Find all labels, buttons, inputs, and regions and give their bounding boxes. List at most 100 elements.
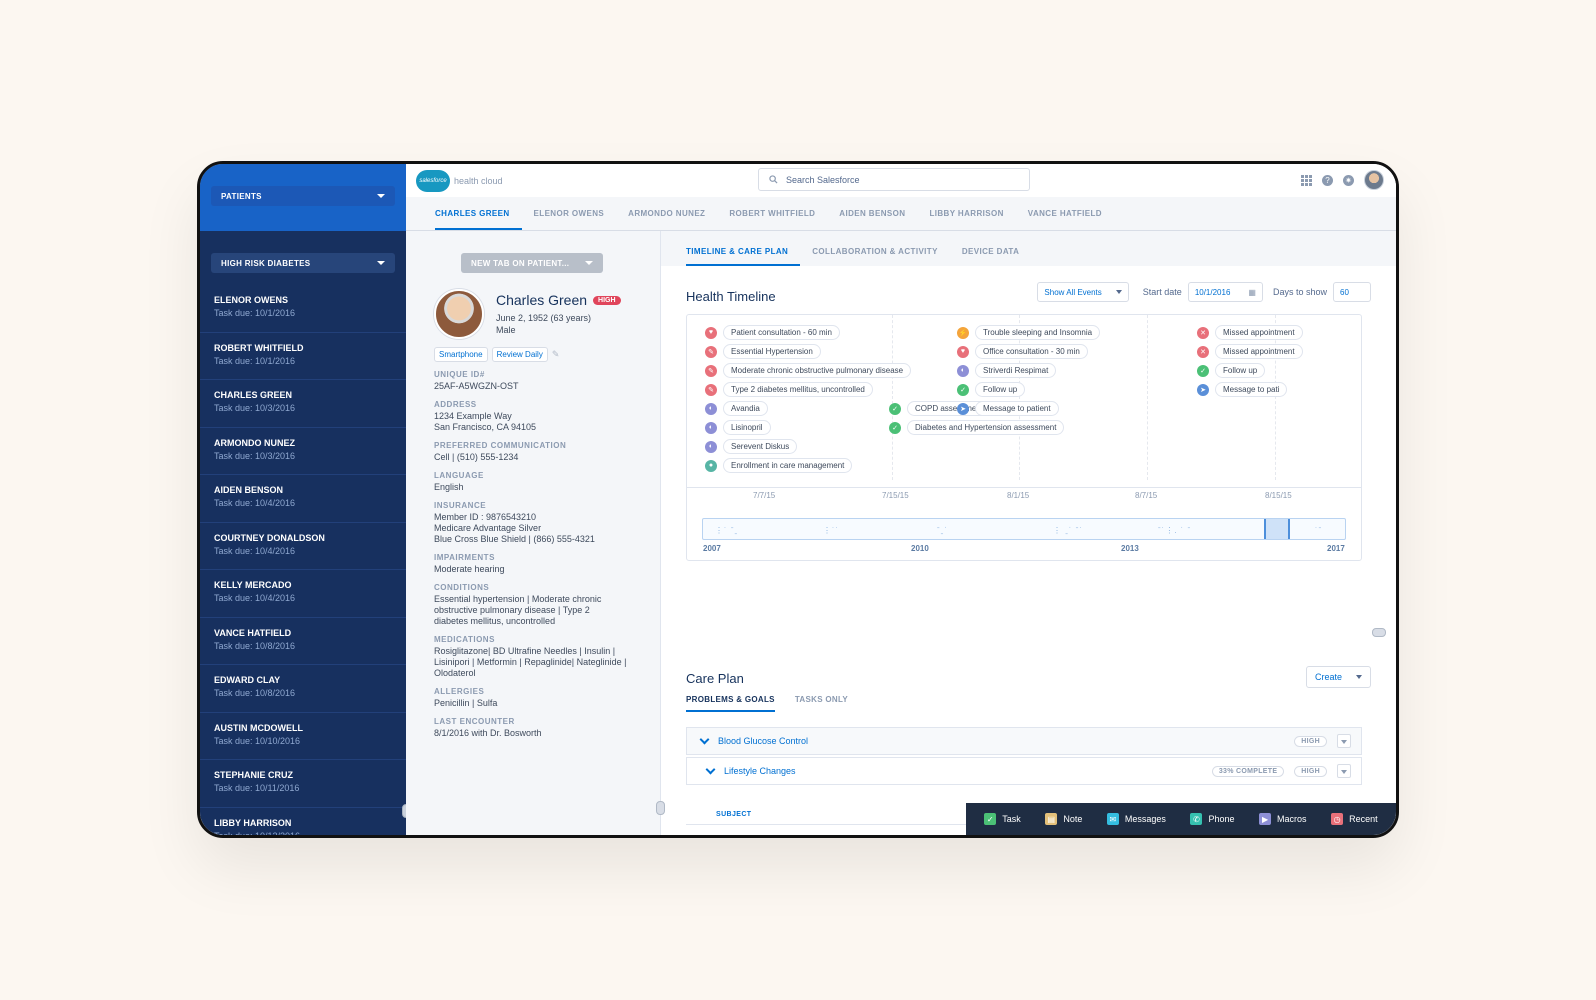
patient-list-item[interactable]: ELENOR OWENS Task due: 10/1/2016 <box>200 285 406 333</box>
tab-record-section[interactable]: DEVICE DATA <box>950 247 1031 266</box>
utility-task-button[interactable]: ✓ Task <box>984 813 1021 825</box>
timeline-event[interactable]: ✎ Essential Hypertension <box>705 344 821 359</box>
bolt-icon: ⚡ <box>957 326 969 339</box>
utility-phone-button[interactable]: ✆ Phone <box>1190 813 1235 825</box>
patient-list-item[interactable]: ROBERT WHITFIELD Task due: 10/1/2016 <box>200 333 406 380</box>
utility-messages-button[interactable]: ✉ Messages <box>1106 813 1166 825</box>
timeline-event[interactable]: ✎ Type 2 diabetes mellitus, uncontrolled <box>705 382 873 397</box>
patient-list-item[interactable]: STEPHANIE CRUZ Task due: 10/11/2016 <box>200 760 406 808</box>
problem-row[interactable]: Blood Glucose Control HIGH <box>686 727 1362 755</box>
event-filter-select[interactable]: Show All Events <box>1037 282 1129 302</box>
patients-dropdown[interactable]: PATIENTS <box>211 186 395 206</box>
minimap-marks: ⋮˙˙ <box>823 526 840 535</box>
user-avatar[interactable] <box>1364 170 1384 190</box>
timeline-event-label: Essential Hypertension <box>723 344 821 359</box>
timeline-event[interactable]: ✎ Moderate chronic obstructive pulmonary … <box>705 363 912 378</box>
patient-list-item[interactable]: LIBBY HARRISON Task due: 10/12/2016 <box>200 808 406 836</box>
patient-list-item[interactable]: KELLY MERCADO Task due: 10/4/2016 <box>200 570 406 618</box>
patient-list-item[interactable]: VANCE HATFIELD Task due: 10/8/2016 <box>200 618 406 665</box>
pen-icon: ✎ <box>705 364 717 377</box>
timeline-range-handle[interactable] <box>1264 519 1290 539</box>
timeline-event-label: Follow up <box>1215 363 1266 378</box>
tab-tasks-only[interactable]: TASKS ONLY <box>795 695 848 712</box>
timeline-event-label: Lisinopril <box>723 420 771 435</box>
timeline-event[interactable]: ◐ Serevent Diskus <box>705 439 798 454</box>
tab-patient[interactable]: ROBERT WHITFIELD <box>717 209 827 230</box>
timeline-event[interactable]: ◐ Avandia <box>705 401 768 416</box>
new-tab-dropdown[interactable]: NEW TAB ON PATIENT... <box>461 253 603 273</box>
timeline-range-slider[interactable]: ⋮˙ ˉˍ ⋮˙˙ ˉˍ˙ ⋮ ˍ˙ ˉ˙ ˉ˙⋮. ˙ ˉ ˙ˉ <box>702 518 1346 540</box>
gear-icon[interactable]: ✷ <box>1343 174 1354 186</box>
timeline-event[interactable]: ● Enrollment in care management <box>705 458 853 473</box>
timeline-event-label: Message to patient <box>975 401 1059 416</box>
timeline-event[interactable]: ⚡ Trouble sleeping and Insomnia <box>957 325 1101 340</box>
tab-patient[interactable]: AIDEN BENSON <box>827 209 917 230</box>
problem-label: Blood Glucose Control <box>718 736 809 746</box>
timeline-event[interactable]: ➤ Message to pati <box>1197 382 1288 397</box>
timeline-event[interactable]: ✓ Diabetes and Hypertension assessment <box>889 420 1065 435</box>
goal-row[interactable]: Lifestyle Changes 33% COMPLETE HIGH <box>686 757 1362 785</box>
calendar-icon[interactable]: ▦ <box>1248 288 1256 297</box>
minimap-marks: ˙ˉ <box>1315 526 1323 535</box>
timeline-event[interactable]: ✕ Missed appointment <box>1197 344 1303 359</box>
timeline-event[interactable]: ✓ Follow up <box>957 382 1026 397</box>
help-icon[interactable]: ? <box>1322 174 1333 186</box>
timeline-event[interactable]: ◐ Striverdi Respimat <box>957 363 1057 378</box>
tab-problems-goals[interactable]: PROBLEMS & GOALS <box>686 695 775 712</box>
chip-review-daily[interactable]: Review Daily <box>491 347 548 362</box>
minimap-marks: ⋮˙ ˉˍ <box>715 526 739 535</box>
app-launcher-icon[interactable] <box>1301 174 1312 186</box>
pane-resize-handle[interactable] <box>1372 628 1386 637</box>
create-button[interactable]: Create <box>1305 666 1371 688</box>
tab-patient[interactable]: ELENOR OWENS <box>522 209 617 230</box>
tab-patient[interactable]: LIBBY HARRISON <box>917 209 1015 230</box>
patient-detail-panel: NEW TAB ON PATIENT... Charles Green HIGH… <box>406 231 665 835</box>
start-date-input[interactable]: 10/1/2016 ▦ <box>1187 282 1263 302</box>
utility-label: Phone <box>1208 814 1235 824</box>
field-value: Member ID : 9876543210 Medicare Advantag… <box>434 512 595 544</box>
pill-icon: ◐ <box>705 402 717 415</box>
main-area: salesforce health cloud Search Salesforc… <box>406 164 1396 835</box>
edit-pencil-icon[interactable]: ✎ <box>552 349 560 360</box>
timeline-event[interactable]: ◐ Lisinopril <box>705 420 771 435</box>
days-input[interactable]: 60 <box>1333 282 1371 302</box>
patient-field: LAST ENCOUNTER 8/1/2016 with Dr. Bosworth <box>434 717 660 739</box>
patient-list-name: AIDEN BENSON <box>214 485 284 495</box>
utility-recent-button[interactable]: ◷ Recent <box>1331 813 1378 825</box>
timeline-event[interactable]: ♥ Office consultation - 30 min <box>957 344 1088 359</box>
chip-smartphone[interactable]: Smartphone <box>434 347 488 362</box>
patient-list-item[interactable]: EDWARD CLAY Task due: 10/8/2016 <box>200 665 406 713</box>
tab-record-section[interactable]: COLLABORATION & ACTIVITY <box>800 247 950 266</box>
row-actions-dropdown[interactable] <box>1337 734 1351 748</box>
timeline-event[interactable]: ♥ Patient consultation - 60 min <box>705 325 840 340</box>
task-subject-link[interactable]: Start exercise program for 10 minutes da… <box>686 835 970 836</box>
patient-list-name: CHARLES GREEN <box>214 390 293 400</box>
patient-list-item[interactable]: AUSTIN MCDOWELL Task due: 10/10/2016 <box>200 713 406 760</box>
list-filter-dropdown[interactable]: HIGH RISK DIABETES <box>211 253 395 273</box>
patient-list-item[interactable]: COURTNEY DONALDSON Task due: 10/4/2016 <box>200 523 406 570</box>
timeline-event-label: Diabetes and Hypertension assessment <box>907 420 1065 435</box>
search-input[interactable]: Search Salesforce <box>758 168 1030 191</box>
field-label: MEDICATIONS <box>434 635 495 644</box>
patient-list-item[interactable]: ARMONDO NUNEZ Task due: 10/3/2016 <box>200 428 406 475</box>
field-value: Rosiglitazone| BD Ultrafine Needles | In… <box>434 646 627 678</box>
utility-macros-button[interactable]: ▶ Macros <box>1259 813 1307 825</box>
chevron-down-icon[interactable] <box>705 764 716 774</box>
chevron-down-icon[interactable] <box>699 734 710 744</box>
row-actions-dropdown[interactable] <box>1337 764 1351 778</box>
check-icon: ✓ <box>889 421 901 434</box>
timeline-event[interactable]: ✓ Follow up <box>1197 363 1266 378</box>
tab-patient[interactable]: CHARLES GREEN <box>435 209 522 230</box>
timeline-event[interactable]: ➤ Message to patient <box>957 401 1059 416</box>
column-header[interactable]: SUBJECT <box>686 811 970 818</box>
utility-label: Note <box>1063 814 1083 824</box>
tab-patient[interactable]: ARMONDO NUNEZ <box>616 209 717 230</box>
timeline-event[interactable]: ✕ Missed appointment <box>1197 325 1303 340</box>
tab-patient[interactable]: VANCE HATFIELD <box>1016 209 1114 230</box>
tab-record-section[interactable]: TIMELINE & CARE PLAN <box>686 247 801 266</box>
utility-note-button[interactable]: ▤ Note <box>1045 813 1082 825</box>
app-logo[interactable]: salesforce health cloud <box>416 169 503 192</box>
patient-list-item[interactable]: CHARLES GREEN Task due: 10/3/2016 <box>200 380 406 428</box>
patient-list: ELENOR OWENS Task due: 10/1/2016 ROBERT WH… <box>200 285 406 836</box>
patient-list-item[interactable]: AIDEN BENSON Task due: 10/4/2016 <box>200 475 406 523</box>
